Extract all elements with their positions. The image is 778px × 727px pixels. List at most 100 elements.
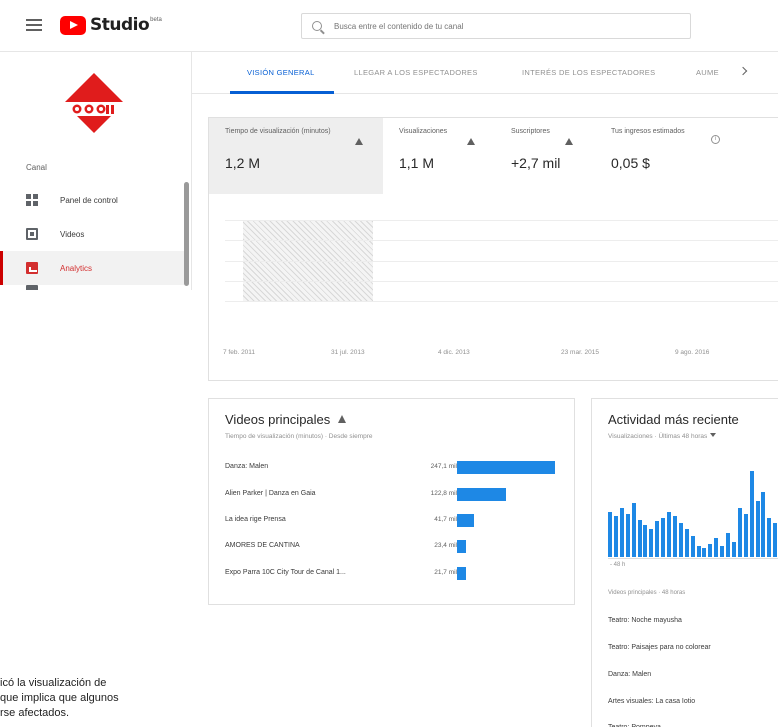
- value-bar: [457, 461, 555, 474]
- activity-bar[interactable]: [743, 514, 748, 557]
- warning-icon: [355, 138, 363, 145]
- activity-bar[interactable]: [643, 525, 648, 557]
- activity-bar[interactable]: [672, 516, 677, 557]
- metric-label: Visualizaciones: [399, 128, 448, 135]
- warning-icon: [467, 138, 475, 145]
- chart-baseline: [608, 558, 778, 559]
- activity-bar[interactable]: [702, 548, 707, 557]
- video-value: 247,1 mil: [430, 463, 457, 470]
- sidebar-item-dashboard[interactable]: Panel de control: [0, 183, 184, 217]
- card-subtitle: Tiempo de visualización (minutos) · Desd…: [225, 433, 373, 440]
- video-value: 21,7 mil: [434, 569, 457, 576]
- x-axis-label: 23 mar. 2015: [561, 349, 599, 356]
- tab-overview[interactable]: VISIÓN GENERAL: [247, 68, 315, 77]
- sidebar-item-label: Panel de control: [60, 195, 118, 205]
- activity-bar[interactable]: [608, 512, 612, 557]
- section-label: Canal: [26, 163, 47, 172]
- activity-bar[interactable]: [767, 518, 772, 557]
- recent-activity-title: Actividad más reciente: [608, 412, 739, 427]
- activity-bar[interactable]: [684, 529, 689, 557]
- warning-icon: [565, 138, 573, 145]
- dashboard-icon: [26, 194, 38, 206]
- activity-bar[interactable]: [720, 546, 725, 557]
- sidebar-item-analytics[interactable]: Analytics: [0, 251, 184, 285]
- activity-bar[interactable]: [726, 533, 730, 557]
- sidebar-item-videos[interactable]: Videos: [0, 217, 184, 251]
- table-row[interactable]: La idea rige Prensa 41,7 mil: [225, 514, 565, 528]
- tabs-next-icon[interactable]: [736, 64, 752, 80]
- grid-line: [225, 220, 778, 221]
- tab-growth[interactable]: AUME: [696, 68, 719, 77]
- video-value: 23,4 mil: [434, 542, 457, 549]
- activity-bar[interactable]: [613, 516, 618, 557]
- activity-bar[interactable]: [619, 508, 624, 557]
- video-title: AMORES DE CANTINA: [225, 542, 300, 549]
- next-icon: [26, 285, 38, 290]
- sidebar-item-next[interactable]: [0, 285, 184, 290]
- activity-bar[interactable]: [625, 514, 630, 557]
- menu-icon[interactable]: [26, 19, 42, 31]
- video-value: 122,8 mil: [430, 490, 457, 497]
- activity-bar[interactable]: [678, 523, 683, 557]
- metric-revenue[interactable]: Tus ingresos estimados i 0,05 $: [595, 118, 778, 194]
- studio-logo[interactable]: Studio beta: [60, 14, 162, 36]
- recent-videos-subtitle: Videos principales · 48 horas: [608, 590, 686, 596]
- channel-avatar[interactable]: [63, 72, 125, 134]
- activity-bar[interactable]: [655, 521, 660, 557]
- top-videos-title: Videos principales: [225, 412, 331, 427]
- activity-bar[interactable]: [731, 542, 736, 557]
- table-row[interactable]: Alien Parker | Danza en Gaia 122,8 mil: [225, 488, 565, 502]
- x-axis-label: 4 dic. 2013: [438, 349, 470, 356]
- table-row[interactable]: Danza: Malen 247,1 mil: [225, 461, 565, 475]
- activity-bar[interactable]: [661, 518, 666, 557]
- sidebar-scrollbar[interactable]: [184, 182, 189, 286]
- activity-bar[interactable]: [637, 520, 642, 557]
- grid-line: [225, 301, 778, 302]
- list-item[interactable]: Danza: Malen: [608, 671, 651, 678]
- activity-bar[interactable]: [631, 503, 636, 557]
- activity-bar[interactable]: [708, 544, 713, 557]
- activity-bar[interactable]: [649, 529, 654, 557]
- value-bar: [457, 567, 466, 580]
- x-axis-label: 9 ago. 2016: [675, 349, 710, 356]
- video-title: La idea rige Prensa: [225, 516, 286, 523]
- value-bar: [457, 488, 506, 501]
- notice-text-line: que implica que algunos: [0, 692, 119, 704]
- search-input[interactable]: [334, 21, 674, 31]
- grid-line: [225, 240, 778, 241]
- metric-label: Suscriptores: [511, 128, 550, 135]
- warning-icon: [338, 415, 347, 423]
- info-icon[interactable]: i: [711, 135, 720, 144]
- activity-bar[interactable]: [696, 546, 701, 557]
- tab-reach[interactable]: LLEGAR A LOS ESPECTADORES: [354, 68, 478, 77]
- overview-card: Tiempo de visualización (minutos) 1,2 M …: [208, 117, 778, 381]
- metric-watch-time[interactable]: Tiempo de visualización (minutos) 1,2 M: [209, 118, 383, 194]
- table-row[interactable]: AMORES DE CANTINA 23,4 mil: [225, 540, 565, 554]
- metric-views[interactable]: Visualizaciones 1,1 M: [383, 118, 495, 194]
- value-bar: [457, 540, 466, 553]
- overview-chart: [225, 220, 778, 302]
- activity-bar[interactable]: [667, 512, 671, 557]
- table-row[interactable]: Expo Parra 10C City Tour de Canal 1... 21…: [225, 567, 565, 581]
- activity-bar[interactable]: [761, 492, 766, 557]
- list-item[interactable]: Teatro: Noche mayusha: [608, 617, 682, 624]
- activity-bar[interactable]: [773, 523, 778, 557]
- activity-bar[interactable]: [714, 538, 719, 557]
- list-item[interactable]: Teatro: Paisajes para no colorear: [608, 644, 711, 651]
- analytics-tabs: VISIÓN GENERAL LLEGAR A LOS ESPECTADORES…: [192, 52, 778, 94]
- activity-bar[interactable]: [737, 508, 742, 557]
- activity-bar[interactable]: [755, 501, 760, 557]
- top-bar: Studio beta: [0, 0, 778, 52]
- x-axis-label: 31 jul. 2013: [331, 349, 365, 356]
- list-item[interactable]: Artes visuales: La casa Iotio: [608, 698, 695, 705]
- x-axis-label: 7 feb. 2011: [223, 349, 256, 356]
- sidebar: Canal Panel de control Videos Analytics: [0, 52, 192, 290]
- activity-bar[interactable]: [690, 536, 695, 557]
- app-name: Studio: [90, 15, 150, 35]
- period-dropdown[interactable]: Visualizaciones · Últimas 48 horas: [608, 433, 717, 440]
- tab-interest[interactable]: INTERÉS DE LOS ESPECTADORES: [522, 68, 655, 77]
- search-box[interactable]: [301, 13, 691, 39]
- activity-bar[interactable]: [749, 471, 754, 557]
- card-title: Videos principales: [225, 412, 347, 427]
- metric-subscribers[interactable]: Suscriptores +2,7 mil: [495, 118, 595, 194]
